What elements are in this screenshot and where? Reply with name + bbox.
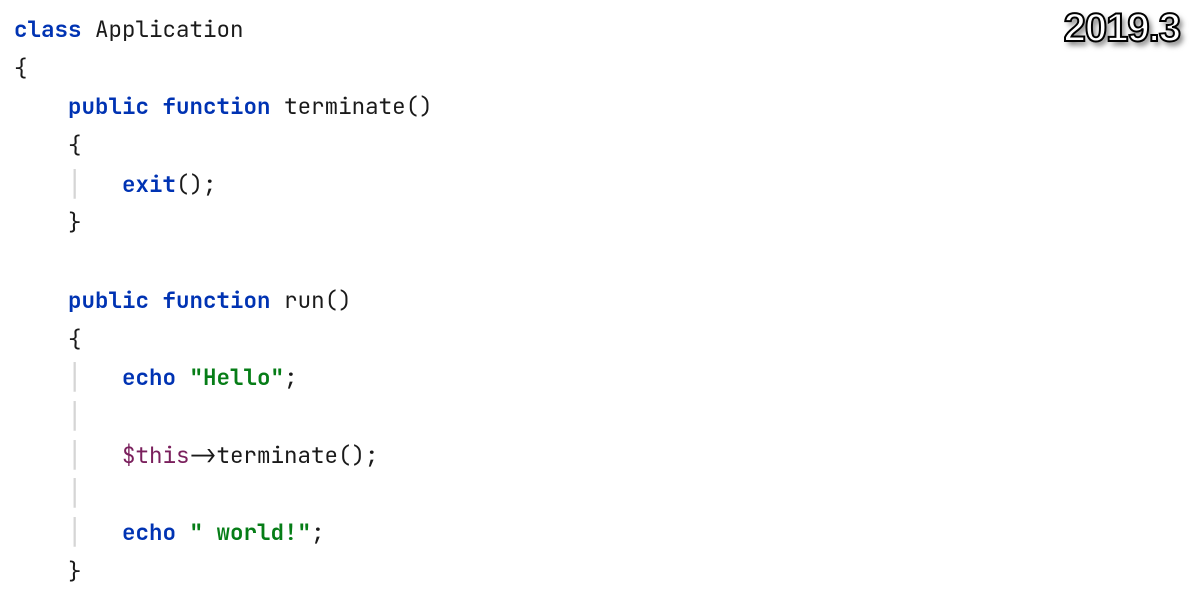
fn-run: run() bbox=[271, 285, 352, 315]
line-13-blank: │ bbox=[14, 478, 82, 508]
indent-guide: │ bbox=[68, 401, 82, 431]
space bbox=[149, 91, 163, 121]
brace-open: { bbox=[68, 324, 82, 354]
line-11-blank: │ bbox=[14, 401, 82, 431]
space bbox=[149, 285, 163, 315]
line-1: class Application bbox=[14, 14, 244, 44]
line-6: } bbox=[14, 207, 82, 237]
line-12: │ $this->terminate(); bbox=[14, 440, 379, 470]
string-hello: "Hello" bbox=[176, 362, 284, 392]
php-code-block: class Application { public function term… bbox=[0, 0, 1196, 598]
line-7-blank bbox=[14, 246, 28, 276]
line-8: public function run() bbox=[14, 285, 352, 315]
keyword-public: public bbox=[68, 91, 149, 121]
semi: ; bbox=[311, 517, 325, 547]
semi: ; bbox=[284, 362, 298, 392]
line-14: │ echo " world!"; bbox=[14, 517, 325, 547]
indent-guide: │ bbox=[68, 517, 122, 547]
indent bbox=[14, 556, 68, 586]
brace-close-class: } bbox=[14, 594, 28, 598]
indent bbox=[14, 91, 68, 121]
brace-open: { bbox=[68, 130, 82, 160]
keyword-echo: echo bbox=[122, 362, 176, 392]
keyword-function: function bbox=[163, 285, 271, 315]
indent-guide: │ bbox=[68, 362, 122, 392]
keyword-class: class bbox=[14, 14, 82, 44]
brace-close: } bbox=[68, 556, 82, 586]
line-10: │ echo "Hello"; bbox=[14, 362, 298, 392]
var-this: $this bbox=[122, 440, 190, 470]
indent bbox=[14, 401, 68, 431]
string-world: " world!" bbox=[176, 517, 311, 547]
keyword-function: function bbox=[163, 91, 271, 121]
line-5: │ exit(); bbox=[14, 169, 217, 199]
indent bbox=[14, 130, 68, 160]
keyword-echo: echo bbox=[122, 517, 176, 547]
indent bbox=[14, 478, 68, 508]
fn-terminate: terminate() bbox=[271, 91, 433, 121]
indent bbox=[14, 517, 68, 547]
brace-open-class: { bbox=[14, 53, 28, 83]
line-9: { bbox=[14, 324, 82, 354]
method-call: ->terminate(); bbox=[190, 440, 379, 470]
indent bbox=[14, 324, 68, 354]
line-15: } bbox=[14, 556, 82, 586]
keyword-public: public bbox=[68, 285, 149, 315]
indent bbox=[14, 285, 68, 315]
keyword-exit: exit bbox=[122, 169, 176, 199]
indent-guide: │ bbox=[68, 169, 122, 199]
line-4: { bbox=[14, 130, 82, 160]
line-3: public function terminate() bbox=[14, 91, 433, 121]
indent bbox=[14, 362, 68, 392]
class-name: Application bbox=[82, 14, 244, 44]
indent bbox=[14, 169, 68, 199]
indent-guide: │ bbox=[68, 478, 82, 508]
indent bbox=[14, 440, 68, 470]
version-badge: 2019.3 bbox=[1064, 6, 1180, 51]
parens-semi: (); bbox=[176, 169, 217, 199]
indent-guide: │ bbox=[68, 440, 122, 470]
brace-close: } bbox=[68, 207, 82, 237]
indent bbox=[14, 207, 68, 237]
